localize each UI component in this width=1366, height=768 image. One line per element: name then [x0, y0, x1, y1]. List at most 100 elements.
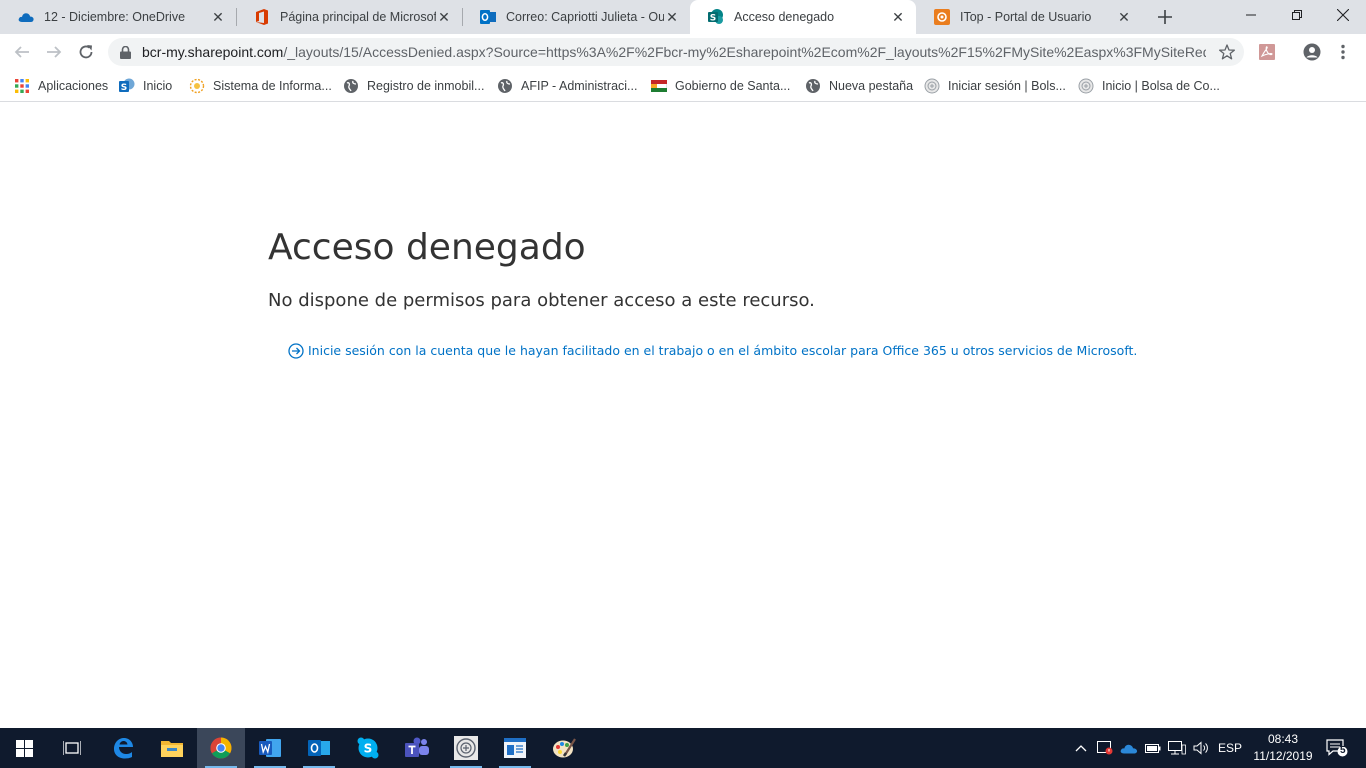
- bookmark-inicio[interactable]: S Inicio: [119, 76, 172, 96]
- tab-outlook[interactable]: Correo: Capriotti Julieta - Outlo ✕: [462, 0, 690, 34]
- bookmark-afip[interactable]: AFIP - Administraci...: [497, 76, 637, 96]
- close-icon[interactable]: ✕: [1116, 9, 1132, 25]
- minimize-icon: [1246, 14, 1256, 16]
- page-title: Acceso denegado: [268, 227, 586, 268]
- tray-alert-icon[interactable]: [1095, 728, 1115, 768]
- network-icon[interactable]: [1166, 728, 1188, 768]
- reload-icon: [79, 45, 93, 59]
- bookmark-inicio-bolsa[interactable]: Inicio | Bolsa de Co...: [1078, 76, 1220, 96]
- bookmark-star-icon[interactable]: [1218, 43, 1236, 61]
- signin-link[interactable]: Inicie sesión con la cuenta que le hayan…: [287, 342, 1137, 359]
- taskbar-app-window[interactable]: [491, 728, 539, 768]
- svg-text:S: S: [121, 83, 127, 93]
- profile-avatar-icon[interactable]: [1302, 42, 1322, 62]
- edge-icon: [114, 738, 133, 759]
- taskbar-paint[interactable]: [540, 728, 588, 768]
- sharepoint-icon: S: [708, 9, 724, 25]
- battery-icon[interactable]: [1143, 728, 1163, 768]
- forward-button[interactable]: [41, 39, 67, 65]
- minimize-button[interactable]: [1228, 0, 1274, 30]
- taskbar-skype[interactable]: S: [344, 728, 392, 768]
- system-clock[interactable]: 08:43 11/12/2019: [1248, 731, 1318, 765]
- paint-icon: [553, 738, 576, 758]
- close-icon[interactable]: ✕: [436, 9, 452, 25]
- signin-link-text: Inicie sesión con la cuenta que le hayan…: [308, 343, 1138, 358]
- taskbar-outlook[interactable]: [295, 728, 343, 768]
- taskbar-chrome[interactable]: [197, 728, 245, 768]
- outlook-icon: [308, 740, 330, 756]
- bookmarks-bar: Aplicaciones S Inicio Sistema de Informa…: [0, 70, 1366, 102]
- apps-grid-icon: [14, 78, 30, 94]
- taskbar-file-explorer[interactable]: [148, 728, 196, 768]
- url-path: /_layouts/15/AccessDenied.aspx?Source=ht…: [283, 44, 1206, 60]
- tab-title: Página principal de Microsoft O: [280, 10, 436, 24]
- bookmark-label: Registro de inmobil...: [367, 79, 485, 93]
- taskbar-seal-app[interactable]: [442, 728, 490, 768]
- svg-text:S: S: [710, 14, 716, 24]
- outlook-icon: [480, 9, 496, 25]
- notification-count: 5: [1340, 745, 1346, 756]
- restore-button[interactable]: [1274, 0, 1320, 30]
- onedrive-tray-icon[interactable]: [1118, 728, 1140, 768]
- tab-onedrive[interactable]: 12 - Diciembre: OneDrive ✕: [0, 0, 236, 34]
- language-indicator[interactable]: ESP: [1216, 728, 1244, 768]
- new-tab-button[interactable]: [1154, 6, 1176, 28]
- url-text[interactable]: bcr-my.sharepoint.com/_layouts/15/Access…: [142, 44, 1206, 60]
- reload-button[interactable]: [73, 39, 99, 65]
- taskbar-teams[interactable]: [393, 728, 441, 768]
- flag-icon: [651, 78, 667, 94]
- pdf-extension-icon[interactable]: [1257, 42, 1277, 62]
- onedrive-icon: [18, 9, 34, 25]
- bookmark-gobierno-santa[interactable]: Gobierno de Santa...: [651, 76, 790, 96]
- tab-acceso-denegado[interactable]: S Acceso denegado ✕: [690, 0, 916, 34]
- taskbar-edge[interactable]: [99, 728, 147, 768]
- bookmark-label: Inicio: [143, 79, 173, 93]
- bookmark-label: Inicio | Bolsa de Co...: [1102, 79, 1220, 93]
- address-bar[interactable]: bcr-my.sharepoint.com/_layouts/15/Access…: [108, 38, 1244, 66]
- office-icon: [254, 9, 270, 25]
- tab-itop[interactable]: ITop - Portal de Usuario ✕: [916, 0, 1142, 34]
- restore-icon: [1292, 10, 1302, 20]
- arrow-left-icon: [14, 46, 29, 58]
- close-icon[interactable]: ✕: [890, 9, 906, 25]
- close-window-button[interactable]: [1320, 0, 1366, 30]
- clock-date: 11/12/2019: [1253, 749, 1313, 763]
- bookmark-label: Iniciar sesión | Bols...: [948, 79, 1066, 93]
- bookmark-nueva-pestana[interactable]: Nueva pestaña: [805, 76, 913, 96]
- close-icon[interactable]: ✕: [664, 9, 680, 25]
- seal-icon: [1078, 78, 1094, 94]
- bookmark-label: Sistema de Informa...: [213, 79, 332, 93]
- bookmark-label: AFIP - Administraci...: [521, 79, 638, 93]
- bookmark-aplicaciones[interactable]: Aplicaciones: [14, 76, 108, 96]
- task-view-button[interactable]: [48, 728, 96, 768]
- globe-icon: [343, 78, 359, 94]
- close-icon: [1337, 9, 1349, 21]
- close-icon[interactable]: ✕: [210, 9, 226, 25]
- arrow-right-icon: [47, 46, 62, 58]
- bookmark-iniciar-sesion-bolsa[interactable]: Iniciar sesión | Bols...: [924, 76, 1066, 96]
- back-button[interactable]: [9, 39, 35, 65]
- action-center-button[interactable]: 5: [1322, 728, 1352, 768]
- access-denied-message: No dispone de permisos para obtener acce…: [268, 290, 815, 311]
- sun-icon: [189, 78, 205, 94]
- menu-kebab-icon[interactable]: [1333, 42, 1353, 62]
- page-content: Acceso denegado No dispone de permisos p…: [0, 103, 1366, 728]
- bookmark-sistema-informa[interactable]: Sistema de Informa...: [189, 76, 332, 96]
- plus-icon: [1158, 10, 1172, 24]
- globe-icon: [805, 78, 821, 94]
- chrome-icon: [210, 737, 232, 759]
- url-host: bcr-my.sharepoint.com: [142, 44, 284, 60]
- show-hidden-icons-button[interactable]: [1071, 728, 1091, 768]
- clock-time: 08:43: [1267, 732, 1299, 746]
- start-button[interactable]: [0, 728, 48, 768]
- word-icon: [259, 739, 281, 757]
- bookmark-registro-inmobil[interactable]: Registro de inmobil...: [343, 76, 484, 96]
- tab-title: Correo: Capriotti Julieta - Outlo: [506, 10, 664, 24]
- lock-icon[interactable]: [118, 45, 132, 59]
- chevron-up-icon: [1075, 745, 1087, 752]
- volume-icon[interactable]: [1190, 728, 1212, 768]
- browser-toolbar: bcr-my.sharepoint.com/_layouts/15/Access…: [0, 34, 1366, 70]
- taskbar-word[interactable]: [246, 728, 294, 768]
- bookmark-label: Nueva pestaña: [829, 79, 914, 93]
- tab-office[interactable]: Página principal de Microsoft O ✕: [236, 0, 462, 34]
